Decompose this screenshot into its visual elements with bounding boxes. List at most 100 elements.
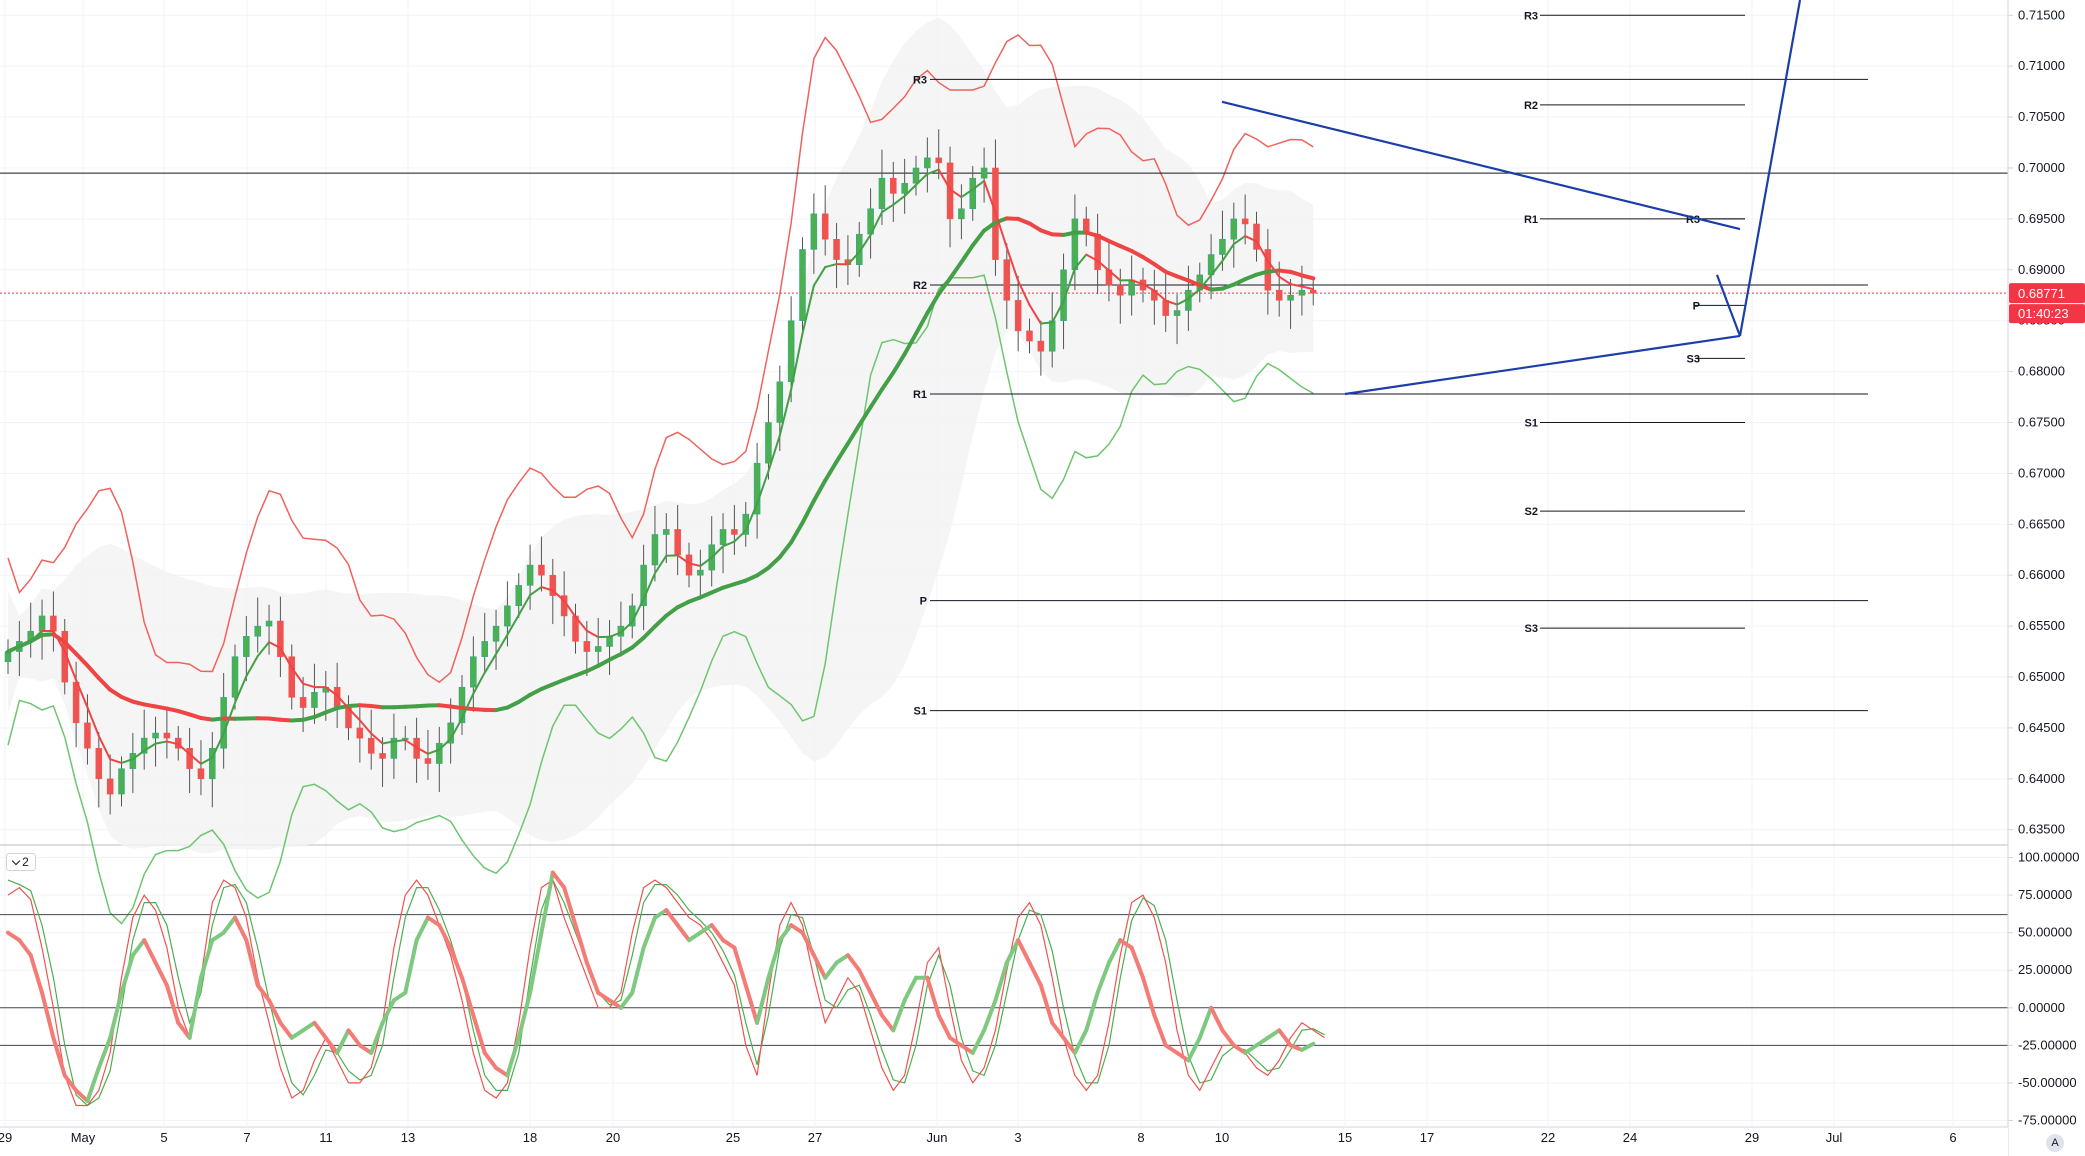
osc-signal-segment [198, 938, 215, 980]
osc-signal-segment [891, 998, 907, 1033]
candle-body [38, 615, 46, 632]
osc-tick-label: -75.00000 [2018, 1112, 2077, 1127]
candle-body [379, 753, 386, 759]
candle-body [958, 208, 965, 220]
osc-signal-segment [142, 938, 158, 965]
candle-body [243, 636, 250, 657]
candle-body [731, 529, 738, 535]
chevron-down-icon [11, 856, 21, 865]
candle-body [367, 737, 375, 754]
time-tick-label: 11 [319, 1130, 333, 1145]
osc-slow-line [7, 878, 1325, 1107]
osc-tick-label: 25.00000 [2018, 962, 2072, 977]
osc-signal-segment [96, 1035, 113, 1070]
candle-body [152, 732, 159, 739]
candle-body [1071, 218, 1079, 271]
time-tick-label: 15 [1338, 1130, 1352, 1145]
candle-body [1298, 289, 1306, 296]
monthly-pivot-label: R2 [913, 280, 927, 292]
osc-signal-segment [1243, 1043, 1259, 1055]
oscillator-pane-toggle[interactable]: 2 [6, 853, 36, 871]
price-tick-label: 0.69000 [2018, 262, 2065, 277]
pane-badge-label: 2 [22, 855, 29, 869]
time-tick-label: 10 [1215, 1130, 1229, 1145]
price-tick-label: 0.70000 [2018, 160, 2065, 175]
osc-signal-segment [17, 938, 33, 958]
candle-body [265, 620, 273, 627]
osc-signal-segment [834, 953, 850, 965]
osc-signal-segment [391, 990, 408, 1003]
chart-canvas[interactable]: R3R2R1PS1R3R2R1S1S2S3R3PS3 0.715000.7100… [0, 0, 2085, 1156]
candle-body [1048, 320, 1056, 352]
osc-tick-label: -50.00000 [2018, 1075, 2077, 1090]
candle-body [538, 564, 545, 576]
osc-signal-segment [652, 908, 669, 920]
auto-scale-button[interactable]: A [2046, 1134, 2064, 1152]
osc-tick-label: 50.00000 [2018, 925, 2072, 940]
osc-signal-segment [28, 953, 45, 995]
weekly-pivot-label: R1 [1524, 214, 1538, 226]
price-tick-label: 0.71000 [2018, 58, 2065, 73]
time-tick-label: May [71, 1130, 96, 1145]
weekly-pivot-label: S1 [1525, 418, 1538, 430]
osc-signal-segment [970, 1028, 987, 1055]
candle-body [163, 732, 171, 739]
price-tick-label: 0.69500 [2018, 211, 2065, 226]
monthly-pivot-label: R1 [913, 389, 927, 401]
candle-body [1287, 294, 1294, 301]
time-tick-label: 29 [1745, 1130, 1759, 1145]
candle-body [84, 722, 91, 749]
osc-signal-segment [664, 908, 680, 928]
osc-signal-segment [130, 938, 147, 958]
candle-body [799, 249, 806, 321]
time-tick-label: Jul [1826, 1130, 1843, 1145]
osc-signal-segment [789, 923, 805, 935]
osc-signal-segment [936, 1013, 953, 1040]
candle-body [526, 564, 534, 586]
monthly-pivot-label: P [920, 596, 927, 608]
osc-signal-segment [471, 1013, 487, 1055]
candle-body [821, 213, 829, 240]
price-tick-label: 0.71500 [2018, 7, 2065, 22]
time-tick-label: 6 [1949, 1130, 1956, 1145]
candle-body [787, 320, 795, 383]
weekly-pivot-label: S2 [1525, 506, 1538, 518]
osc-signal-segment [1027, 960, 1043, 988]
time-tick-label: 27 [808, 1130, 822, 1145]
osc-signal-segment [845, 953, 862, 973]
osc-signal-segment [755, 975, 771, 1025]
osc-signal-segment [482, 1050, 499, 1070]
candle-body [935, 157, 942, 164]
osc-signal-segment [584, 960, 601, 995]
candle-body [106, 778, 114, 795]
time-tick-label: 29 [0, 1130, 12, 1145]
candle-body [1275, 289, 1283, 301]
price-tick-label: 0.65000 [2018, 669, 2065, 684]
osc-signal-segment [1084, 990, 1100, 1033]
osc-signal-segment [743, 983, 760, 1025]
osc-signal-segment [119, 953, 135, 995]
time-tick-label: 24 [1623, 1130, 1637, 1145]
osc-signal-segment [278, 1020, 294, 1040]
countdown-label: 01:40:23 [2018, 306, 2069, 321]
osc-signal-segment [1220, 1028, 1236, 1048]
osc-signal-segment [301, 1020, 317, 1033]
osc-signal-segment [1277, 1028, 1293, 1048]
candle-body [924, 157, 931, 169]
osc-signal-segment [1095, 960, 1111, 995]
candle-body [1173, 310, 1181, 316]
candle-body [1094, 233, 1101, 271]
candle-body [231, 656, 239, 698]
candle-body [1117, 284, 1124, 296]
candle-body [901, 183, 908, 194]
candle-body [1014, 300, 1022, 332]
candle-body [197, 768, 205, 780]
candle-body [1162, 300, 1169, 316]
osc-signal-segment [811, 953, 828, 980]
osc-signal-segment [1141, 975, 1157, 1018]
candle-body [912, 167, 920, 184]
candle-body [1128, 279, 1135, 296]
candle-body [424, 758, 432, 764]
candle-body [1310, 289, 1317, 294]
osc-signal-segment [267, 998, 283, 1025]
